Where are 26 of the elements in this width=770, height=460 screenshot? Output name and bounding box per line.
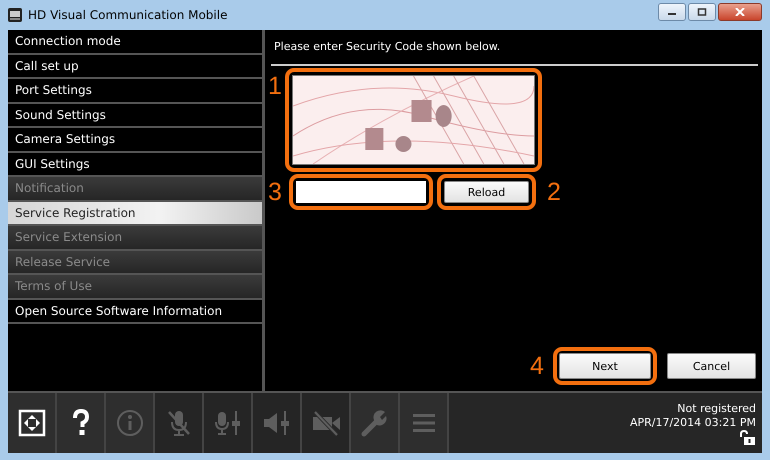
callout-number: 4	[529, 352, 545, 380]
minimize-button[interactable]	[658, 3, 686, 21]
menu-item[interactable]: GUI Settings	[8, 152, 262, 177]
date-time: APR/17/2014 03:21 PM	[630, 416, 756, 428]
unlocked-padlock-icon	[738, 430, 756, 444]
callout-number: 3	[267, 178, 283, 206]
cancel-button[interactable]: Cancel	[667, 353, 756, 379]
help-icon-button[interactable]	[57, 393, 106, 453]
maximize-icon	[697, 8, 707, 16]
callout-number: 2	[546, 178, 562, 206]
close-button[interactable]	[718, 3, 762, 21]
menu-item[interactable]: Service Registration	[8, 202, 262, 226]
menu-item[interactable]: Open Source Software Information	[8, 300, 262, 324]
security-code-field[interactable]	[296, 181, 426, 203]
fullscreen-icon-button[interactable]	[8, 393, 57, 453]
registration-status: Not registered	[677, 402, 756, 414]
next-button[interactable]: Next	[559, 353, 651, 379]
menu-item[interactable]: Sound Settings	[8, 104, 262, 128]
maximize-button[interactable]	[688, 3, 716, 21]
app-icon	[8, 8, 22, 22]
reload-button[interactable]: Reload	[444, 181, 529, 203]
window-title: HD Visual Communication Mobile	[28, 8, 228, 22]
instruction-text: Please enter Security Code shown below.	[273, 39, 502, 55]
close-icon	[735, 8, 745, 16]
menu-item[interactable]: Call set up	[8, 54, 262, 79]
callout-number: 1	[267, 72, 283, 101]
